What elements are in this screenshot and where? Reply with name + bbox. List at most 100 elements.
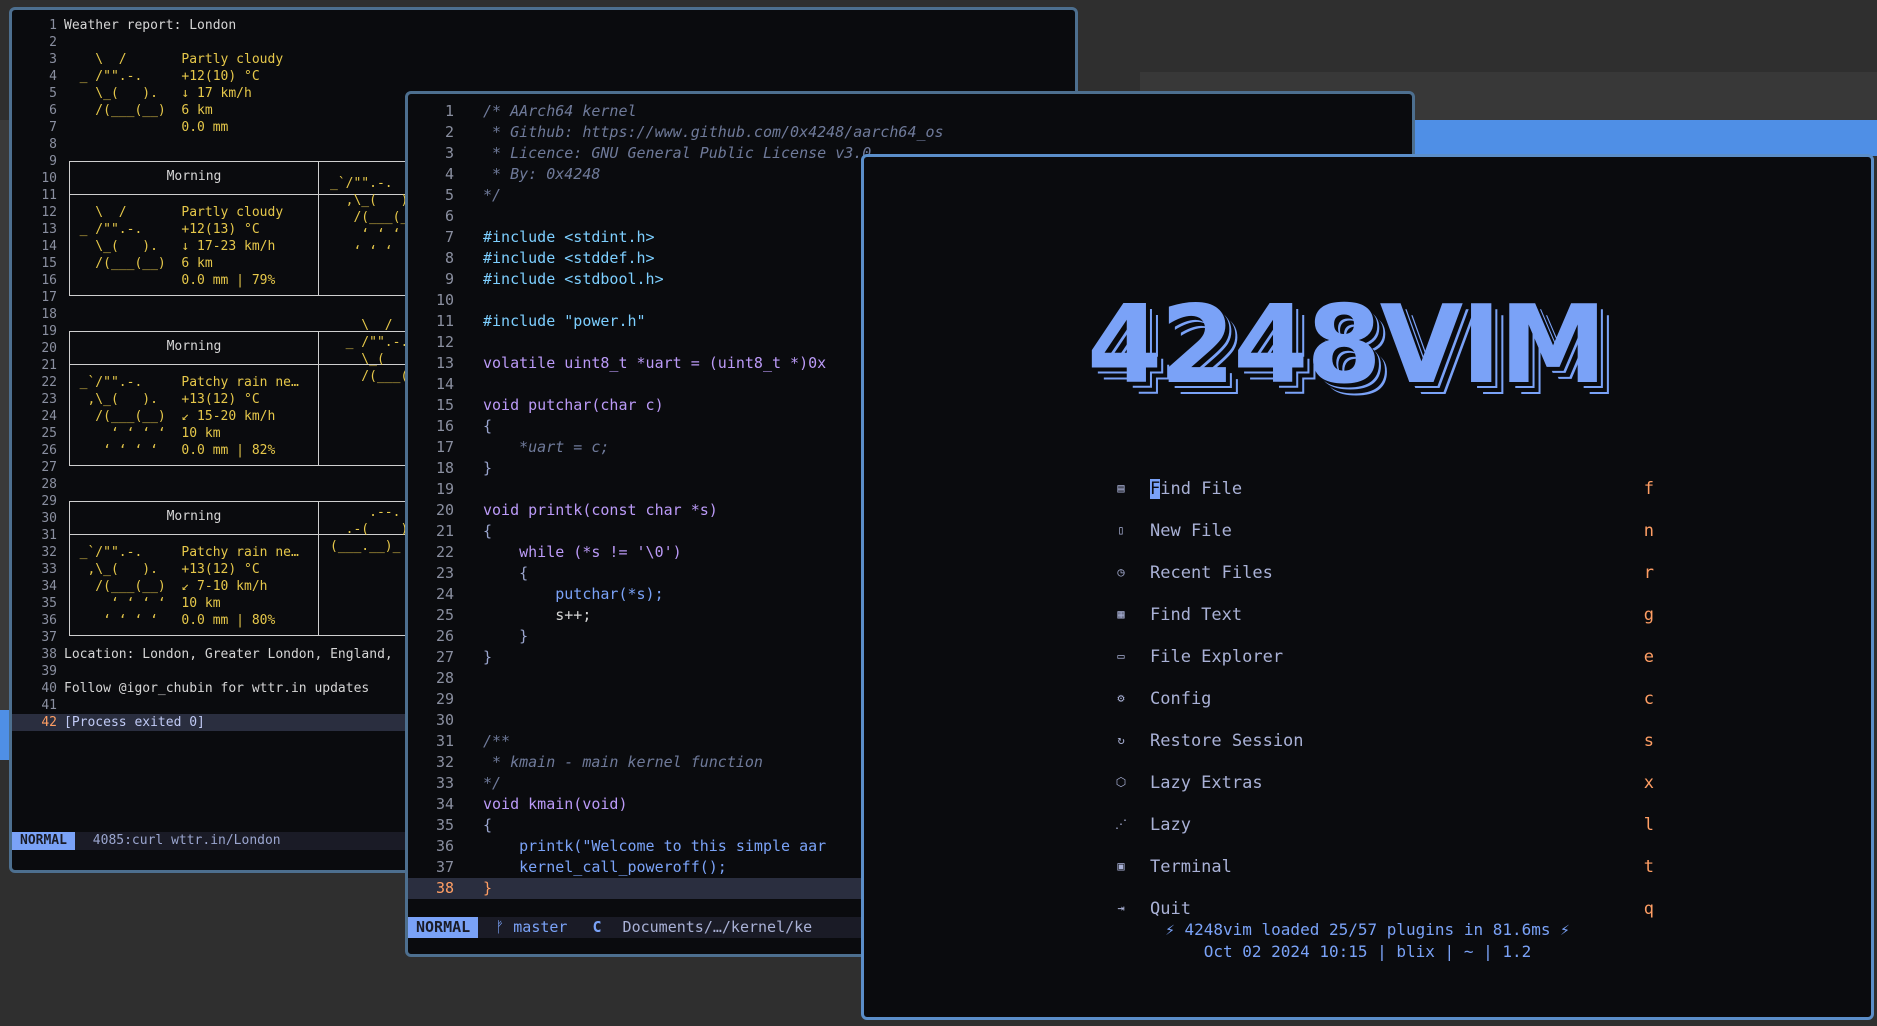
line-number: 8	[49, 137, 57, 152]
language-indicator: C	[592, 918, 602, 936]
menu-item-find-text[interactable]: ▦ Find Text g	[1114, 601, 1654, 631]
line-number: 9	[49, 154, 57, 169]
code-text: */	[483, 774, 502, 792]
code-text: void printk(const char *s)	[483, 501, 718, 519]
line-number: 6	[444, 207, 454, 225]
menu-item-label: Find Text	[1150, 605, 1243, 625]
line-number: 26	[435, 627, 454, 645]
git-branch: master	[513, 918, 568, 936]
weather-art-text: /(___(	[330, 369, 409, 384]
menu-item-key: g	[1643, 605, 1654, 625]
line-number: 34	[435, 795, 454, 813]
line-number: 16	[41, 273, 57, 288]
menu-item-key: c	[1643, 689, 1654, 709]
weather-art-text: /(___(_	[330, 210, 409, 225]
line-text: Follow @igor_chubin for wttr.in updates	[64, 681, 370, 696]
line-number: 6	[49, 103, 57, 118]
code-text: * By: 0x4248	[483, 165, 601, 183]
line-number: 4	[444, 165, 454, 183]
menu-item-key: x	[1643, 773, 1654, 793]
plugin-stats: ⚡ 4248vim loaded 25/57 plugins in 81.6ms…	[1165, 920, 1570, 939]
line-number: 26	[41, 443, 57, 458]
code-text: * kmain - main kernel function	[483, 753, 763, 771]
menu-item-config[interactable]: ⚙ Config c	[1114, 685, 1654, 715]
line-number: 22	[435, 543, 454, 561]
line-text: 0.0 mm	[64, 120, 229, 135]
line-number: 31	[435, 732, 454, 750]
code-text: }	[483, 648, 493, 666]
menu-item-label: New File	[1150, 521, 1232, 541]
line-number: 25	[435, 606, 454, 624]
menu-item-recent-files[interactable]: ◷ Recent Files r	[1114, 559, 1654, 589]
menu-item-key: l	[1643, 815, 1654, 835]
menu-item-new-file[interactable]: ▯ New File n	[1114, 517, 1654, 547]
line-number: 15	[435, 396, 454, 414]
line-number: 25	[41, 426, 57, 441]
menu-item-file-explorer[interactable]: ▭ File Explorer e	[1114, 643, 1654, 673]
code-text: void kmain(void)	[483, 795, 628, 813]
menu-item-restore-session[interactable]: ↻ Restore Session s	[1114, 727, 1654, 757]
menu-item-label: Quit	[1150, 899, 1191, 919]
line-number: 24	[41, 409, 57, 424]
code-line: 1 /* AArch64 kernel	[408, 101, 1412, 122]
line-number: 23	[435, 564, 454, 582]
code-text: }	[483, 879, 493, 897]
line-number: 10	[435, 291, 454, 309]
weather-art-text: .--.	[330, 505, 401, 520]
weather-art-text: (___.__)_	[330, 539, 401, 554]
app-logo: 4248VIM	[1087, 283, 1607, 408]
code-text: {	[483, 417, 493, 435]
menu-item-lazy[interactable]: ⋰ Lazy l	[1114, 811, 1654, 841]
git-branch-icon: ᚠ	[495, 918, 505, 936]
lazy-icon: ⋰	[1115, 817, 1127, 831]
menu-item-label: Lazy Extras	[1150, 773, 1263, 793]
find-text-icon: ▦	[1117, 607, 1125, 621]
menu-item-key: n	[1643, 521, 1654, 541]
menu-item-label: Terminal	[1150, 857, 1232, 877]
menu-item-find-file[interactable]: ▤ Find File f	[1114, 475, 1654, 505]
code-text: * Licence: GNU General Public License v3…	[483, 144, 872, 162]
line-number: 17	[41, 290, 57, 305]
terminal-line: 4 _ /"".-. +12(10) °C	[12, 68, 1075, 85]
line-number: 27	[435, 648, 454, 666]
code-text: {	[483, 564, 529, 582]
line-number: 4	[49, 69, 57, 84]
line-number: 41	[41, 698, 57, 713]
weather-art-text: _`/"".-.	[330, 176, 393, 191]
line-number: 40	[41, 681, 57, 696]
mode-indicator: NORMAL	[408, 917, 479, 938]
weather-art-text: ,\_( )	[330, 193, 409, 208]
line-number: 7	[444, 228, 454, 246]
desktop-accent-left	[0, 710, 9, 760]
line-number: 27	[41, 460, 57, 475]
line-number: 12	[435, 333, 454, 351]
code-text: putchar(*s);	[483, 585, 664, 603]
line-number: 5	[49, 86, 57, 101]
line-number: 33	[435, 774, 454, 792]
weather-art-text: \_( )	[330, 352, 417, 367]
code-text: printk("Welcome to this simple aar	[483, 837, 827, 855]
line-number: 3	[49, 52, 57, 67]
line-number: 19	[435, 480, 454, 498]
menu-item-terminal[interactable]: ▣ Terminal t	[1114, 853, 1654, 883]
terminal-line: 3 \ / Partly cloudy	[12, 51, 1075, 68]
session-info: Oct 02 2024 10:15 | blix | ~ | 1.2	[1203, 942, 1532, 961]
recent-files-icon: ◷	[1117, 565, 1125, 579]
line-number: 9	[444, 270, 454, 288]
dashboard-window[interactable]: 4248VIM ▤ Find File f ▯ New File n ◷ Recent Fil…	[861, 154, 1874, 1020]
quit-icon: ⇥	[1117, 901, 1125, 915]
weather-art-text: ‘ ‘ ‘	[330, 244, 393, 259]
line-number: 1	[444, 102, 454, 120]
weather-art-text: ‘ ‘ ‘	[330, 227, 401, 242]
code-line: 2 * Github: https://www.github.com/0x424…	[408, 122, 1412, 143]
line-number: 2	[49, 35, 57, 50]
line-number: 33	[41, 562, 57, 577]
code-text: #include <stdbool.h>	[483, 270, 664, 288]
line-number: 20	[435, 501, 454, 519]
restore-icon: ↻	[1117, 733, 1125, 747]
menu-item-lazy-extras[interactable]: ⬡ Lazy Extras x	[1114, 769, 1654, 799]
line-number: 18	[435, 459, 454, 477]
line-text: /(___(__) 6 km	[64, 103, 213, 118]
line-number: 35	[435, 816, 454, 834]
line-number: 28	[435, 669, 454, 687]
